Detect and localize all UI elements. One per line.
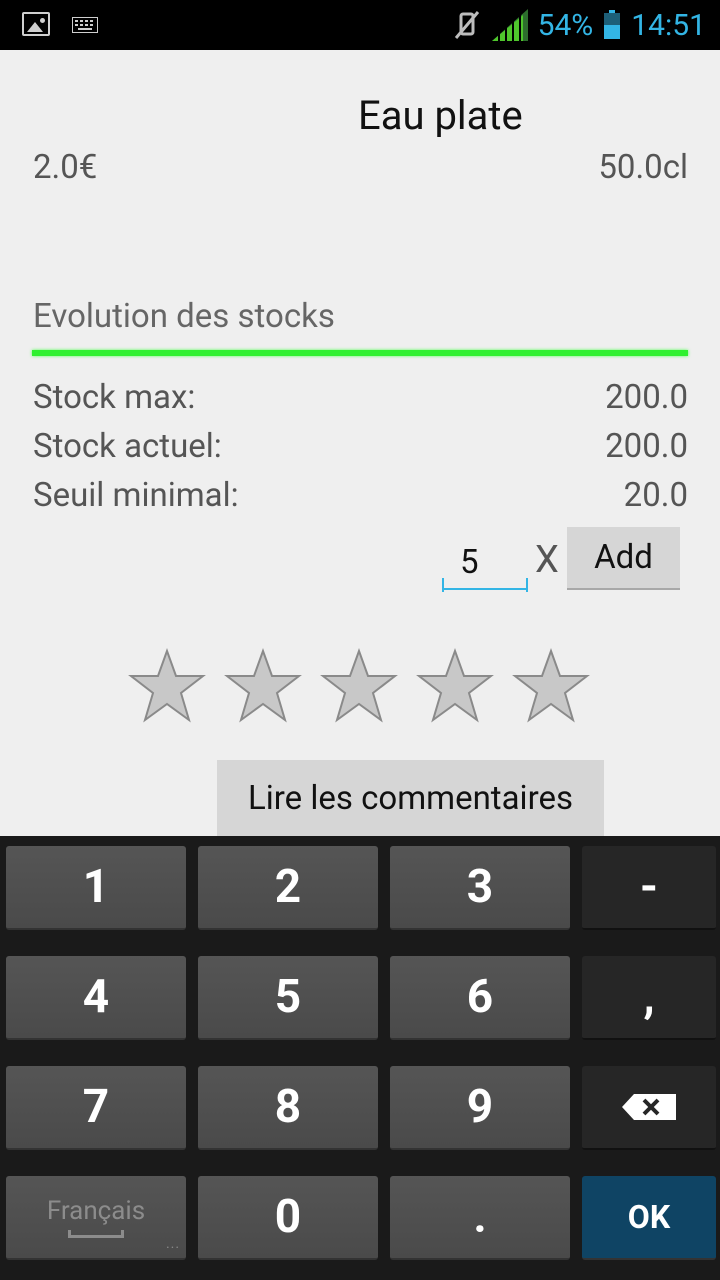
quantity-input[interactable]: [442, 536, 528, 590]
product-name: Eau plate: [358, 92, 523, 139]
multiplier-label: X: [535, 538, 559, 582]
numeric-keyboard: 1 2 3 - 4 5 6 , 7 8 9 Français ··· 0 . O…: [0, 836, 720, 1280]
language-label: Français: [46, 1196, 146, 1226]
seuil-minimal-value: 20.0: [623, 476, 688, 515]
key-0[interactable]: 0: [198, 1176, 378, 1260]
key-2[interactable]: 2: [198, 846, 378, 930]
signal-icon: [491, 9, 528, 41]
key-8[interactable]: 8: [198, 1066, 378, 1150]
gallery-notification-icon: [22, 12, 50, 36]
battery-percent: 54%: [537, 7, 594, 43]
key-1[interactable]: 1: [6, 846, 186, 930]
star-2-icon[interactable]: [224, 648, 302, 724]
key-comma[interactable]: ,: [582, 956, 716, 1040]
key-period[interactable]: .: [390, 1176, 570, 1260]
key-7[interactable]: 7: [6, 1066, 186, 1150]
star-4-icon[interactable]: [416, 648, 494, 724]
stock-progress-bar: [32, 350, 688, 356]
stock-max-row: Stock max: 200.0: [33, 378, 688, 426]
more-dots-icon: ···: [166, 1240, 180, 1256]
key-3[interactable]: 3: [390, 846, 570, 930]
stock-max-value: 200.0: [605, 378, 688, 417]
ok-key[interactable]: OK: [582, 1176, 716, 1260]
star-3-icon[interactable]: [320, 648, 398, 724]
add-button[interactable]: Add: [567, 527, 680, 590]
key-4[interactable]: 4: [6, 956, 186, 1040]
star-5-icon[interactable]: [512, 648, 590, 724]
seuil-minimal-row: Seuil minimal: 20.0: [33, 476, 688, 524]
vibrate-muted-icon: [454, 11, 479, 39]
product-volume: 50.0cl: [598, 148, 688, 187]
seuil-minimal-label: Seuil minimal:: [33, 476, 239, 515]
product-price: 2.0€: [33, 148, 98, 187]
stock-actuel-label: Stock actuel:: [33, 427, 222, 466]
stock-actuel-row: Stock actuel: 200.0: [33, 427, 688, 475]
key-6[interactable]: 6: [390, 956, 570, 1040]
clock: 14:51: [631, 7, 706, 43]
battery-icon: [604, 10, 621, 39]
backspace-icon: [622, 1094, 676, 1120]
stock-max-label: Stock max:: [33, 378, 196, 417]
stock-progress-fill: [32, 350, 688, 356]
star-1-icon[interactable]: [128, 648, 206, 724]
keyboard-notification-icon: [72, 17, 98, 33]
key-minus[interactable]: -: [582, 846, 716, 930]
key-9[interactable]: 9: [390, 1066, 570, 1150]
backspace-key[interactable]: [582, 1066, 716, 1150]
space-bar-icon: [68, 1230, 124, 1238]
key-5[interactable]: 5: [198, 956, 378, 1040]
status-bar: 54% 14:51: [0, 0, 720, 50]
stock-section-title: Evolution des stocks: [33, 297, 335, 336]
language-space-key[interactable]: Français ···: [6, 1176, 186, 1260]
rating-stars[interactable]: [128, 648, 590, 724]
stock-actuel-value: 200.0: [605, 427, 688, 466]
